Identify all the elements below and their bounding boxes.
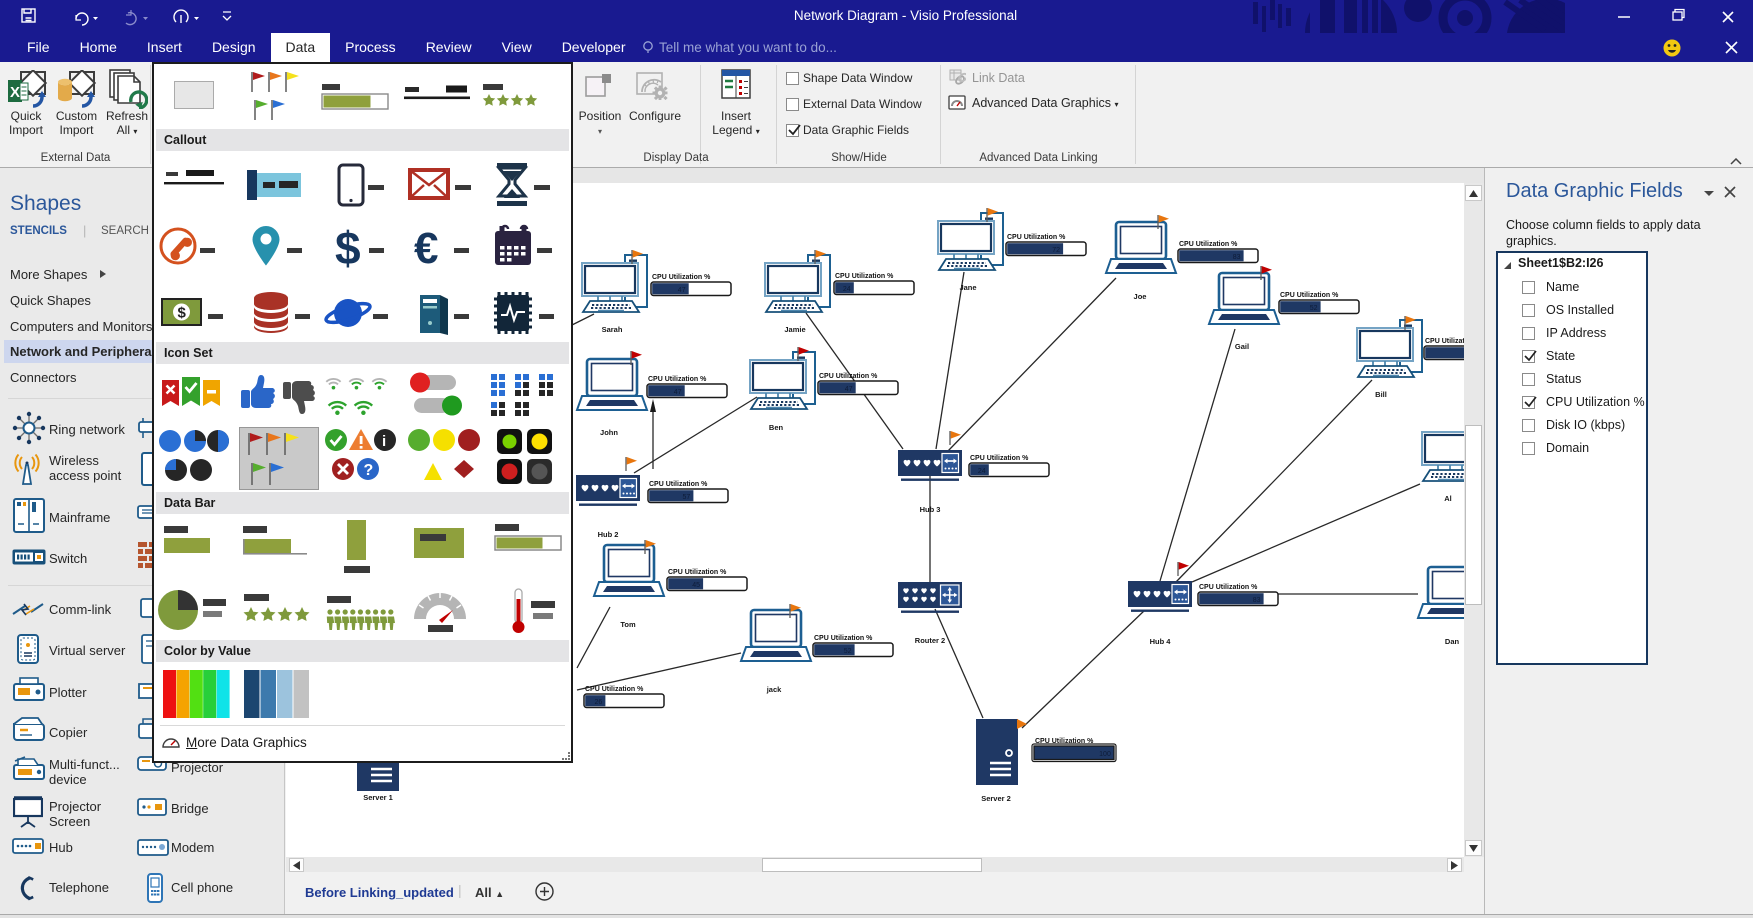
svg-text:47: 47 <box>845 386 853 393</box>
svg-text:24: 24 <box>978 468 986 475</box>
svg-text:Server 2: Server 2 <box>981 794 1011 803</box>
svg-text:Gail: Gail <box>1235 342 1249 351</box>
svg-text:Tom: Tom <box>620 620 636 629</box>
svg-text:Bill: Bill <box>1375 390 1387 399</box>
svg-text:CPU Utilization %: CPU Utilization % <box>970 455 1029 462</box>
svg-text:Ben: Ben <box>769 423 784 432</box>
svg-text:Hub 4: Hub 4 <box>1150 637 1172 646</box>
svg-text:CPU Utilization %: CPU Utilization % <box>1425 338 1464 345</box>
svg-text:CPU Utilization %: CPU Utilization % <box>1280 292 1339 299</box>
svg-text:47: 47 <box>674 389 682 396</box>
svg-text:John: John <box>600 428 618 437</box>
svg-text:Jane: Jane <box>959 283 976 292</box>
svg-text:72: 72 <box>1052 247 1060 254</box>
svg-text:Al: Al <box>1444 494 1452 503</box>
svg-text:CPU Utilization %: CPU Utilization % <box>649 481 708 488</box>
svg-text:83: 83 <box>1253 597 1261 604</box>
svg-text:Dan: Dan <box>1445 637 1460 646</box>
svg-text:52: 52 <box>844 648 852 655</box>
svg-text:Joe: Joe <box>1134 292 1147 301</box>
svg-text:$: $ <box>178 305 187 322</box>
svg-text:47: 47 <box>678 287 686 294</box>
svg-text:CPU Utilization %: CPU Utilization % <box>819 373 878 380</box>
svg-text:45: 45 <box>692 582 700 589</box>
svg-text:83: 83 <box>1233 254 1241 261</box>
svg-text:Hub 3: Hub 3 <box>920 505 941 514</box>
svg-text:Server 1: Server 1 <box>363 793 393 802</box>
svg-text:X: X <box>10 84 20 101</box>
svg-text:CPU Utilization %: CPU Utilization % <box>648 376 707 383</box>
svg-text:CPU Utilization %: CPU Utilization % <box>652 274 711 281</box>
svg-text:CPU Utilization %: CPU Utilization % <box>1199 584 1258 591</box>
svg-text:Sarah: Sarah <box>602 325 623 334</box>
svg-text:CPU Utilization %: CPU Utilization % <box>585 686 644 693</box>
svg-text:jack: jack <box>766 685 782 694</box>
svg-text:24: 24 <box>843 286 851 293</box>
svg-text:CPU Utilization %: CPU Utilization % <box>1007 234 1066 241</box>
svg-text:Router 2: Router 2 <box>915 636 945 645</box>
svg-text:€: € <box>414 224 438 268</box>
svg-text:52: 52 <box>1310 305 1318 312</box>
svg-text:CPU Utilization %: CPU Utilization % <box>835 273 894 280</box>
svg-text:26: 26 <box>595 699 603 706</box>
svg-text:100: 100 <box>1099 751 1111 758</box>
svg-text:Hub 2: Hub 2 <box>598 530 619 539</box>
svg-text:57: 57 <box>683 494 691 501</box>
svg-text:CPU Utilization %: CPU Utilization % <box>814 635 873 642</box>
svg-text:CPU Utilization %: CPU Utilization % <box>1179 241 1238 248</box>
svg-text:CPU Utilization %: CPU Utilization % <box>668 569 727 576</box>
svg-text:?: ? <box>364 462 374 479</box>
svg-text:$: $ <box>335 224 361 268</box>
svg-text:Jamie: Jamie <box>784 325 805 334</box>
svg-text:i: i <box>382 433 386 450</box>
